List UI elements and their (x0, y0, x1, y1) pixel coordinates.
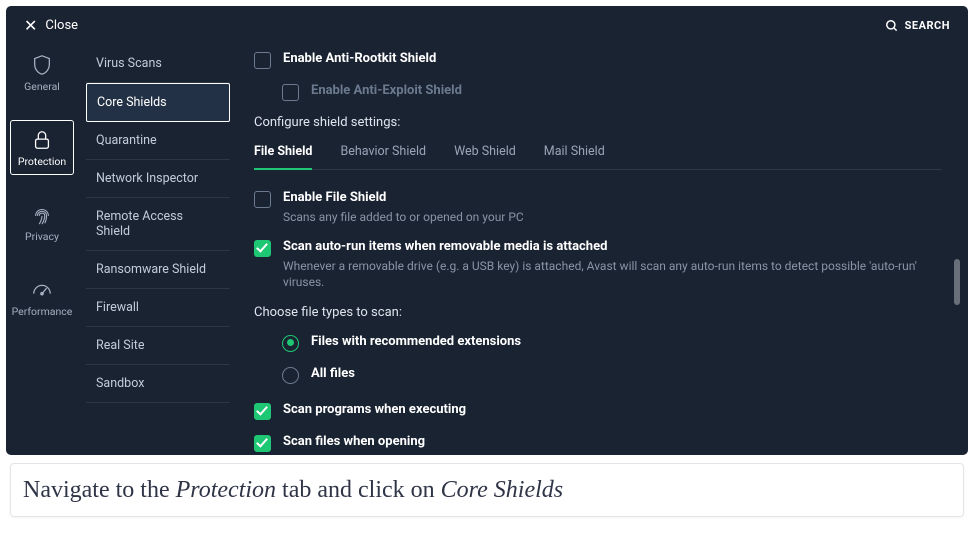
tab-file-shield[interactable]: File Shield (254, 144, 312, 169)
label-enable-file-shield: Enable File Shield (283, 190, 524, 205)
checkbox-anti-exploit[interactable] (282, 84, 299, 101)
sub-item-quarantine[interactable]: Quarantine (86, 122, 230, 160)
label-anti-rootkit: Enable Anti-Rootkit Shield (283, 51, 436, 66)
cat-label: Privacy (25, 230, 59, 243)
scrollbar-thumb[interactable] (954, 259, 960, 305)
cat-privacy[interactable]: Privacy (10, 195, 74, 250)
cat-label: General (24, 80, 60, 93)
desc-enable-file-shield: Scans any file added to or opened on you… (283, 209, 524, 225)
tab-behavior-shield[interactable]: Behavior Shield (340, 144, 426, 169)
sub-item-sandbox[interactable]: Sandbox (86, 365, 230, 403)
desc-scan-autorun: Whenever a removable drive (e.g. a USB k… (283, 258, 942, 290)
cat-general[interactable]: General (10, 45, 74, 100)
sub-item-virus-scans[interactable]: Virus Scans (86, 45, 230, 83)
cat-label: Protection (18, 155, 66, 168)
caption-em2: Core Shields (441, 477, 563, 503)
sub-item-firewall[interactable]: Firewall (86, 289, 230, 327)
checkbox-enable-file-shield[interactable] (254, 191, 271, 208)
label-recommended-extensions: Files with recommended extensions (311, 334, 521, 349)
checkbox-scan-autorun[interactable] (254, 240, 271, 257)
label-scan-autorun: Scan auto-run items when removable media… (283, 239, 942, 254)
shield-outline-icon (31, 54, 53, 76)
checkbox-anti-rootkit[interactable] (254, 52, 271, 69)
settings-window: ✕ Close SEARCH General Protection Privac… (6, 6, 968, 455)
sub-item-network-inspector[interactable]: Network Inspector (86, 160, 230, 198)
main-panel: Enable Anti-Rootkit Shield Enable Anti-E… (238, 39, 968, 452)
caption-part1: Navigate to the (23, 477, 176, 503)
label-scan-executing: Scan programs when executing (283, 402, 466, 417)
search-label: SEARCH (905, 19, 950, 32)
tab-web-shield[interactable]: Web Shield (454, 144, 516, 169)
category-sidebar: General Protection Privacy Performance (6, 39, 78, 452)
label-anti-exploit: Enable Anti-Exploit Shield (311, 83, 462, 98)
label-all-files: All files (311, 366, 355, 381)
lock-icon (31, 129, 53, 151)
cat-protection[interactable]: Protection (10, 120, 74, 175)
search-button[interactable]: SEARCH (885, 19, 950, 33)
search-icon (885, 19, 899, 33)
sub-nav: Virus Scans Core Shields Quarantine Netw… (78, 39, 238, 452)
close-button[interactable]: ✕ Close (24, 16, 78, 35)
sub-item-remote-access-shield[interactable]: Remote Access Shield (86, 198, 230, 251)
close-label: Close (45, 18, 78, 33)
tab-mail-shield[interactable]: Mail Shield (544, 144, 605, 169)
top-bar: ✕ Close SEARCH (6, 6, 968, 39)
sub-item-real-site[interactable]: Real Site (86, 327, 230, 365)
checkbox-scan-executing[interactable] (254, 403, 271, 420)
sub-item-ransomware-shield[interactable]: Ransomware Shield (86, 251, 230, 289)
shield-tabs: File Shield Behavior Shield Web Shield M… (254, 144, 942, 170)
fingerprint-icon (31, 204, 53, 226)
checkbox-scan-opening[interactable] (254, 435, 271, 452)
radio-all-files[interactable] (282, 367, 299, 384)
caption-em1: Protection (176, 477, 276, 503)
gauge-icon (31, 279, 53, 301)
label-scan-opening: Scan files when opening (283, 434, 425, 449)
choose-heading: Choose file types to scan: (254, 305, 942, 320)
radio-recommended-extensions[interactable] (282, 335, 299, 352)
cat-label: Performance (12, 305, 73, 318)
close-icon: ✕ (24, 16, 37, 35)
caption-part3: tab and click on (276, 477, 441, 503)
cat-performance[interactable]: Performance (10, 270, 74, 325)
sub-item-core-shields[interactable]: Core Shields (86, 83, 230, 122)
configure-heading: Configure shield settings: (254, 115, 942, 130)
instruction-caption: Navigate to the Protection tab and click… (10, 463, 964, 517)
